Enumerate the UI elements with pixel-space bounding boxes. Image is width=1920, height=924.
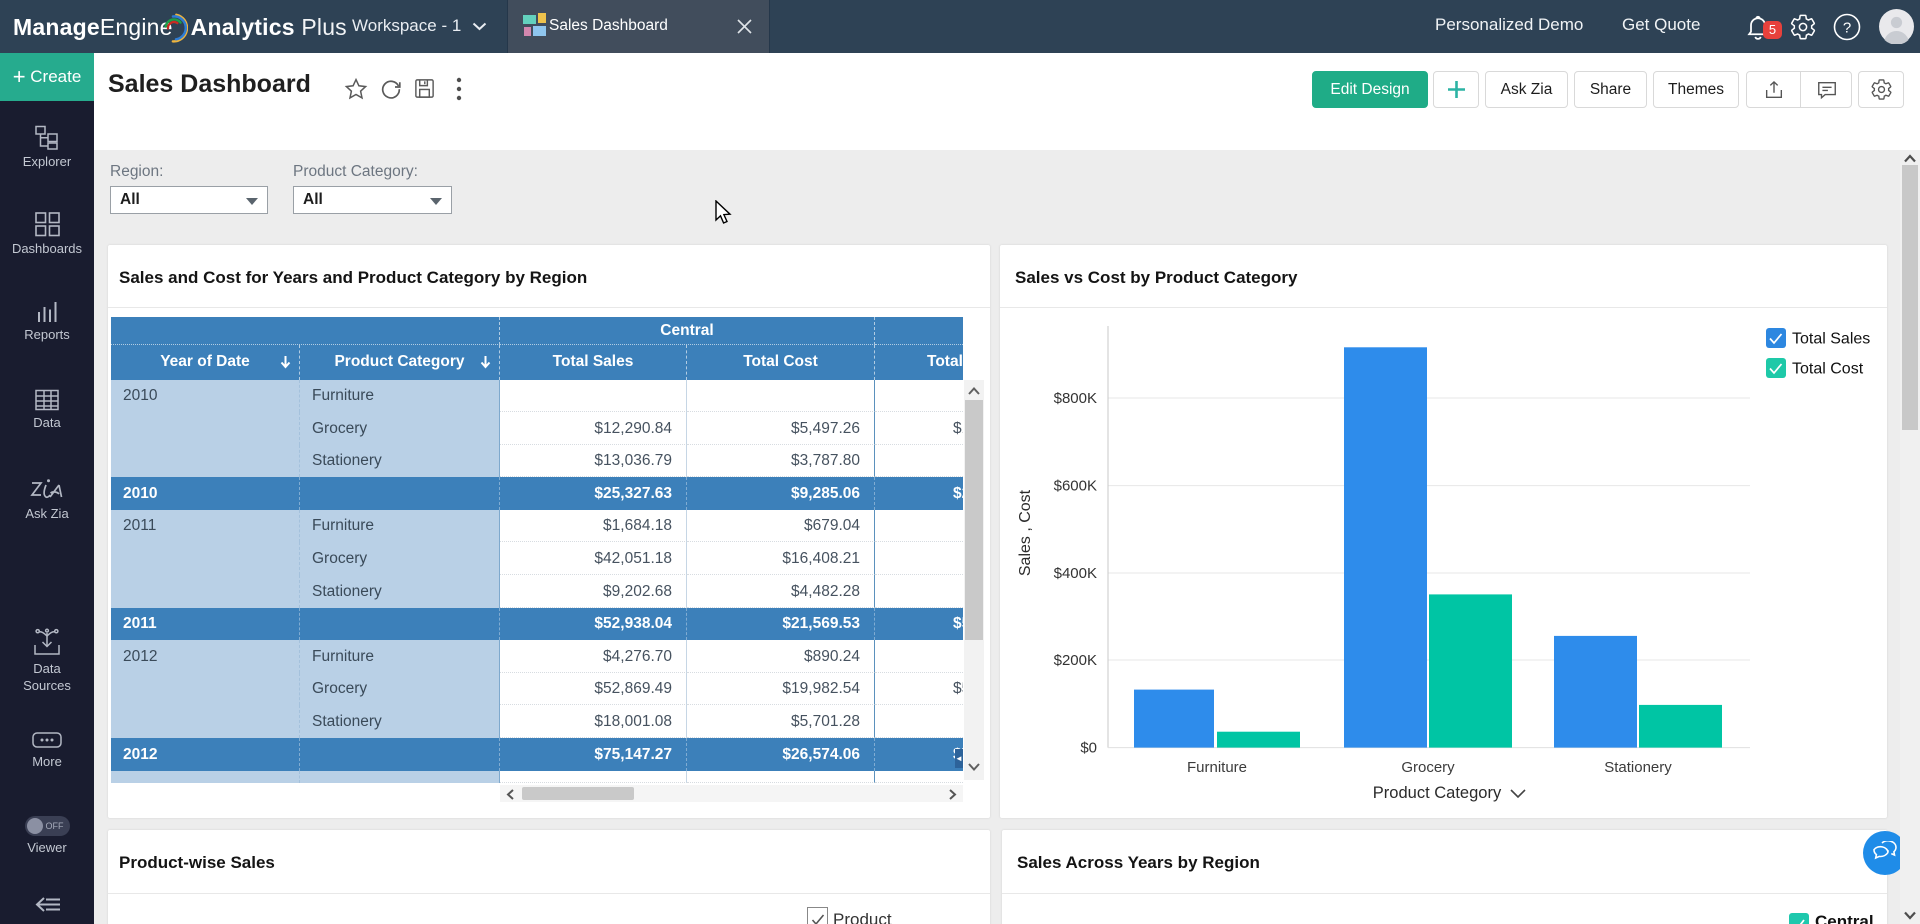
svg-text:$600K: $600K [1054,478,1097,495]
svg-text:$800K: $800K [1054,390,1097,407]
svg-text:$400K: $400K [1054,565,1097,582]
svg-text:Total Cost: Total Cost [1792,361,1864,378]
svg-text:Grocery: Grocery [1401,759,1455,776]
svg-text:Furniture: Furniture [1187,759,1247,776]
svg-text:Sales , Cost: Sales , Cost [1017,489,1034,576]
svg-text:Total Sales: Total Sales [1792,331,1870,348]
svg-text:$0: $0 [1080,740,1097,757]
svg-text:?: ? [1843,20,1851,37]
svg-text:Stationery: Stationery [1604,759,1672,776]
svg-text:$200K: $200K [1054,652,1097,669]
svg-text:Product Category: Product Category [1373,784,1502,802]
